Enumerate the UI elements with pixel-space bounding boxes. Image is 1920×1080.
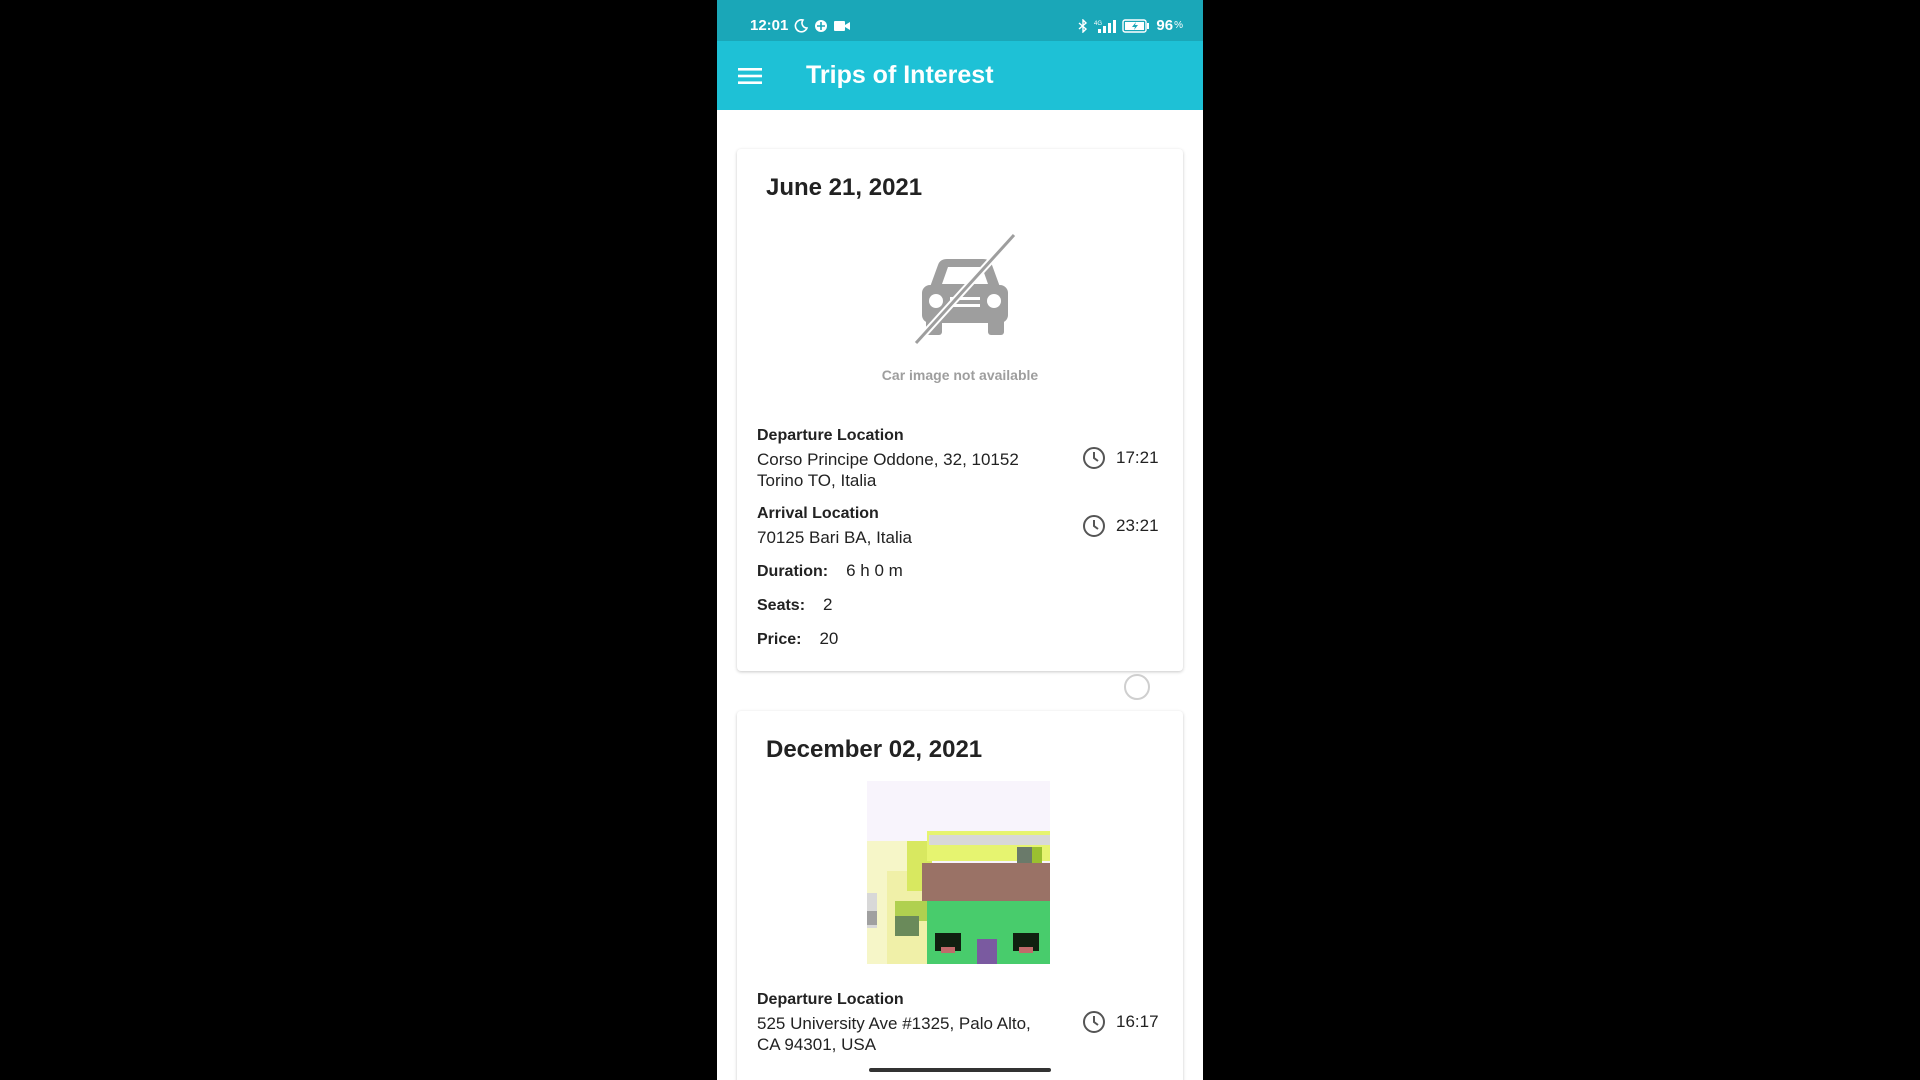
battery-percent-sign: % (1174, 20, 1183, 31)
clock-icon (1083, 447, 1105, 469)
moon-icon (795, 18, 809, 33)
gesture-nav-bar[interactable] (869, 1068, 1051, 1072)
arrival-time: 23:21 (1082, 514, 1159, 538)
video-camera-icon (834, 20, 851, 31)
departure-address: Corso Principe Oddone, 32, 10152 Torino … (757, 450, 1019, 490)
bluetooth-icon (1078, 18, 1088, 33)
duration-label: Duration: (757, 563, 829, 580)
arrival-address: 70125 Bari BA, Italia (757, 528, 912, 547)
page-title: Trips of Interest (806, 61, 994, 89)
battery-charging-icon (1122, 18, 1150, 33)
battery-percent: 96 (1156, 17, 1174, 34)
price-value: 20 (819, 629, 839, 648)
no-car-icon (913, 232, 1017, 346)
trip-list[interactable]: June 21, 2021 Car image not available De… (717, 110, 1203, 1080)
app-bar: Trips of Interest (717, 41, 1203, 110)
departure-time: 17:21 (1082, 446, 1159, 470)
cell-signal-icon: 4G (1094, 19, 1117, 33)
departure-time-value: 16:17 (1116, 1012, 1159, 1031)
seats-row: Seats: 2 (757, 595, 833, 615)
data-saver-icon (815, 19, 828, 32)
price-row: Price: 20 (757, 629, 838, 649)
arrival-label: Arrival Location (757, 505, 879, 522)
duration-value: 6 h 0 m (846, 561, 903, 580)
departure-address: 525 University Ave #1325, Palo Alto, CA … (757, 1014, 1031, 1054)
status-bar: 12:01 4G 96% (717, 0, 1203, 41)
clock-icon (1083, 1011, 1105, 1033)
car-photo (867, 781, 1050, 964)
clock-icon (1083, 515, 1105, 537)
departure-time: 16:17 (1082, 1010, 1159, 1034)
trip-card[interactable]: December 02, 2021 Departure Location 525… (737, 711, 1183, 1080)
seats-label: Seats: (757, 597, 806, 614)
trip-date: December 02, 2021 (766, 736, 983, 763)
svg-text:4G: 4G (1094, 21, 1102, 27)
departure-label: Departure Location (757, 427, 904, 444)
hamburger-menu-icon[interactable] (737, 63, 763, 89)
duration-row: Duration: 6 h 0 m (757, 561, 903, 581)
car-image-caption: Car image not available (881, 367, 1039, 383)
trip-date: June 21, 2021 (766, 174, 923, 201)
departure-label: Departure Location (757, 991, 904, 1008)
trip-card[interactable]: June 21, 2021 Car image not available De… (737, 149, 1183, 671)
price-label: Price: (757, 631, 802, 648)
car-image-placeholder: Car image not available (737, 229, 1183, 383)
phone-screen: 12:01 4G 96% Trips of Interest June 21, … (717, 0, 1203, 1080)
status-time: 12:01 (750, 17, 789, 34)
touch-ripple (1124, 674, 1150, 700)
arrival-time-value: 23:21 (1116, 516, 1159, 535)
departure-time-value: 17:21 (1116, 448, 1159, 467)
seats-value: 2 (823, 595, 833, 614)
